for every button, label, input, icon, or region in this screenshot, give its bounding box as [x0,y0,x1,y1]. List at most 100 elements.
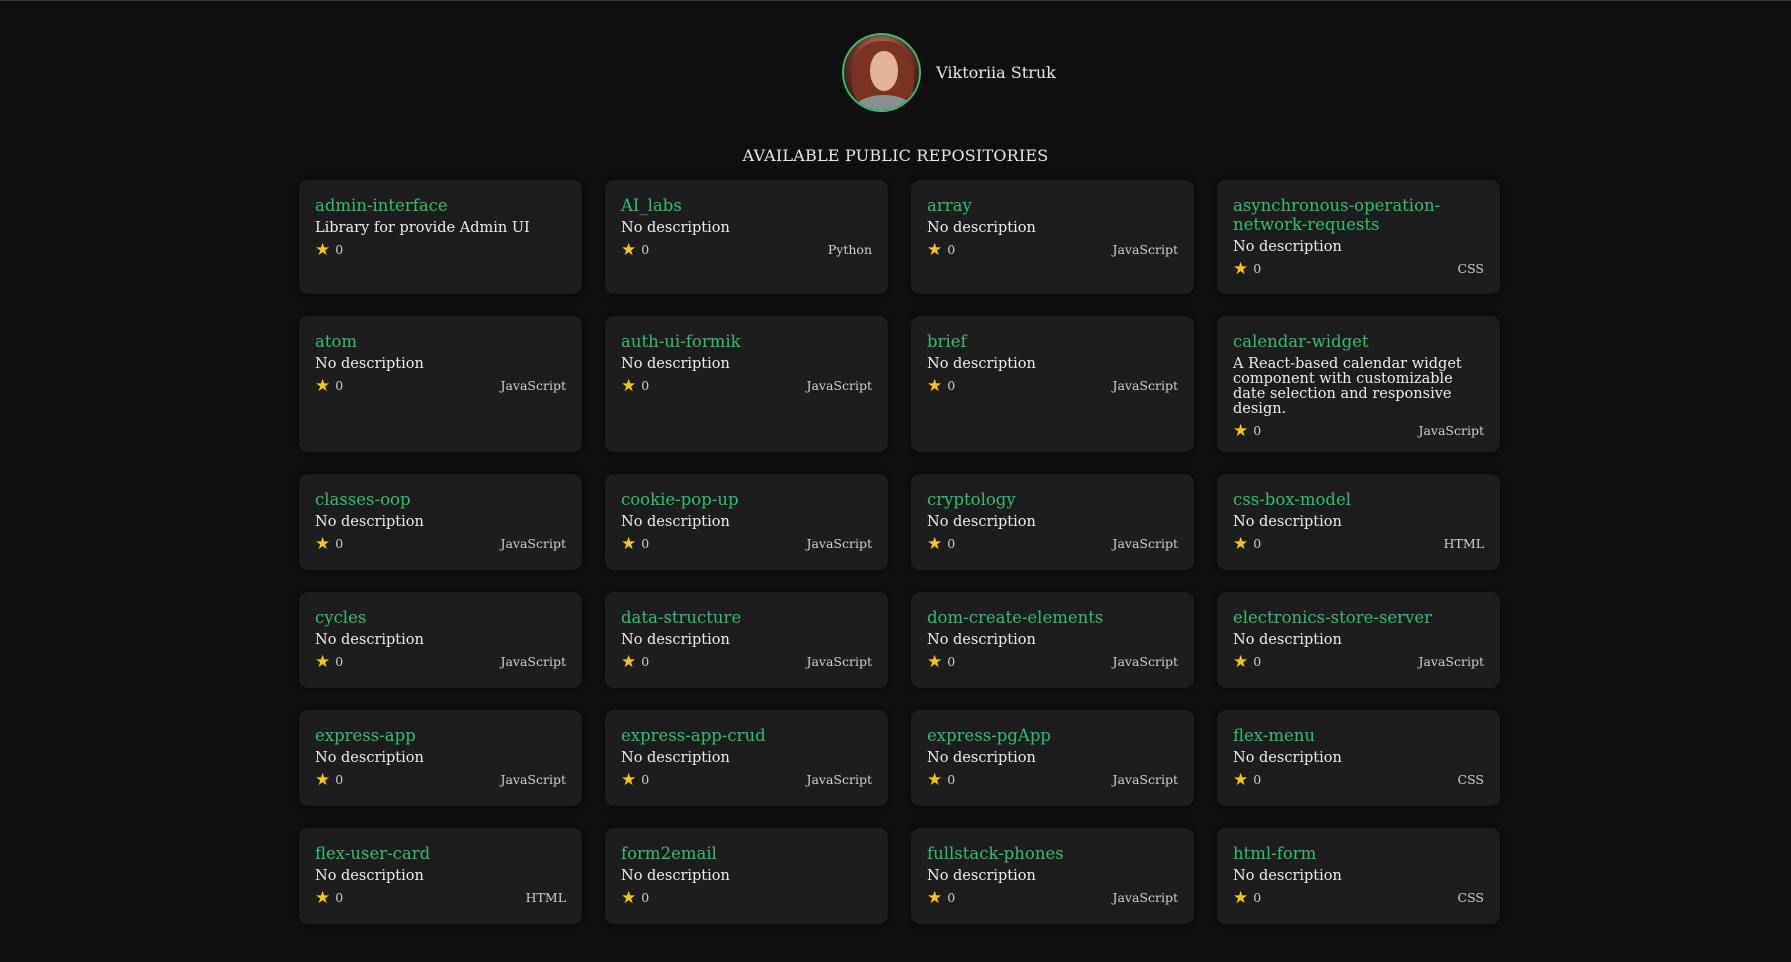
repo-name-link[interactable]: data-structure [621,608,872,627]
repo-description: A React-based calendar widget component … [1233,356,1462,417]
repo-description: No description [927,220,1036,236]
repo-stars: ★ 0 [927,771,955,788]
repo-grid: admin-interface Library for provide Admin… [299,180,1500,924]
repo-language: JavaScript [806,654,872,669]
repo-name-link[interactable]: express-pgApp [927,726,1178,745]
repo-meta: ★ 0 JavaScript [621,653,872,670]
repo-name-link[interactable]: array [927,196,1178,215]
repo-name-link[interactable]: css-box-model [1233,490,1484,509]
repo-description: No description [315,356,424,372]
repo-stars: ★ 0 [621,375,650,396]
repo-name-link[interactable]: dom-create-elements [927,608,1178,627]
repo-meta: ★ 0 JavaScript [315,771,566,788]
avatar[interactable] [842,33,922,112]
repo-meta: ★ 0 JavaScript [621,375,872,396]
repo-name-link[interactable]: flex-menu [1233,726,1484,745]
repo-meta: ★ 0 HTML [315,889,566,906]
star-count: 0 [641,378,650,393]
star-icon: ★ [621,375,637,396]
repo-language: HTML [525,890,566,905]
repo-name-link[interactable]: admin-interface [315,196,566,215]
repo-meta: ★ 0 JavaScript [927,241,1178,258]
repo-language: JavaScript [806,378,872,393]
repo-name-link[interactable]: fullstack-phones [927,844,1178,863]
repo-name-link[interactable]: auth-ui-formik [621,332,872,351]
repo-stars: ★ 0 [315,535,343,552]
repo-card: calendar-widget A React-based calendar wi… [1217,316,1500,452]
repo-language: JavaScript [500,378,566,393]
repo-stars: ★ 0 [927,241,956,258]
avatar-face [870,51,899,91]
repo-card: data-structure No description ★ 0 JavaScript [605,592,888,688]
repo-language: JavaScript [1418,423,1484,438]
star-count: 0 [947,242,956,257]
repo-name-link[interactable]: calendar-widget [1233,332,1484,351]
repo-name-link[interactable]: cycles [315,608,566,627]
repo-name-link[interactable]: asynchronous-operation-network-requests [1233,196,1484,234]
repo-stars: ★ 0 [315,889,343,906]
repo-card: cookie-pop-up No description ★ 0 JavaScript [605,474,888,570]
star-count: 0 [1253,772,1262,787]
star-count: 0 [1253,654,1262,669]
repo-description: No description [1233,514,1342,530]
star-icon: ★ [927,375,943,396]
star-count: 0 [1253,890,1262,905]
repo-meta: ★ 0 JavaScript [1233,653,1484,670]
repo-name-link[interactable]: cookie-pop-up [621,490,872,509]
repo-meta: ★ 0 JavaScript [1233,422,1484,439]
repo-name-link[interactable]: classes-oop [315,490,566,509]
star-icon: ★ [927,651,943,672]
repo-description: No description [927,868,1036,884]
repo-name-link[interactable]: form2email [621,844,872,863]
repo-stars: ★ 0 [1233,771,1262,788]
star-icon: ★ [621,533,637,554]
repo-description: No description [621,868,730,884]
profile-header: Viktoriia Struk [0,33,1791,112]
star-icon: ★ [621,887,637,908]
repo-stars: ★ 0 [1233,533,1262,554]
repo-language: JavaScript [806,772,872,787]
star-icon: ★ [315,375,331,396]
repo-language: HTML [1443,536,1484,551]
repo-name-link[interactable]: cryptology [927,490,1178,509]
repo-card: dom-create-elements No description ★ 0 JavaS… [911,592,1194,688]
repo-meta: ★ 0 Python [621,239,872,260]
repo-description: No description [927,750,1036,766]
repo-meta: ★ 0 JavaScript [621,533,872,554]
repo-name-link[interactable]: express-app [315,726,566,745]
repo-meta: ★ 0 [621,887,872,908]
repo-stars: ★ 0 [621,653,650,670]
star-count: 0 [335,654,344,669]
repo-description: No description [621,750,730,766]
repo-description: No description [1233,750,1342,766]
repo-card: asynchronous-operation-network-requests N… [1217,180,1500,294]
repo-card: html-form No description ★ 0 CSS [1217,828,1500,924]
star-count: 0 [1253,536,1262,551]
repo-name-link[interactable]: electronics-store-server [1233,608,1484,627]
repo-stars: ★ 0 [927,651,955,672]
repo-description: No description [315,514,424,530]
repo-name-link[interactable]: flex-user-card [315,844,566,863]
repo-name-link[interactable]: express-app-crud [621,726,872,745]
repo-language: JavaScript [1112,378,1178,393]
repo-card: AI_labs No description ★ 0 Python [605,180,888,294]
repo-language: JavaScript [500,654,566,669]
star-icon: ★ [1233,533,1249,554]
repo-name-link[interactable]: brief [927,332,1178,351]
repo-card: css-box-model No description ★ 0 HTML [1217,474,1500,570]
repo-stars: ★ 0 [927,535,955,552]
repo-card: cryptology No description ★ 0 JavaScript [911,474,1194,570]
repo-meta: ★ 0 CSS [1233,771,1484,788]
repo-description: No description [927,356,1036,372]
star-icon: ★ [621,239,637,260]
repo-stars: ★ 0 [315,653,344,670]
star-count: 0 [641,654,650,669]
star-count: 0 [641,242,650,257]
repo-name-link[interactable]: html-form [1233,844,1484,863]
repo-card: flex-menu No description ★ 0 CSS [1217,710,1500,806]
repo-name-link[interactable]: AI_labs [621,196,872,215]
repo-name-link[interactable]: atom [315,332,566,351]
repo-language: JavaScript [1112,536,1178,551]
repo-stars: ★ 0 [621,887,649,908]
star-count: 0 [947,378,956,393]
